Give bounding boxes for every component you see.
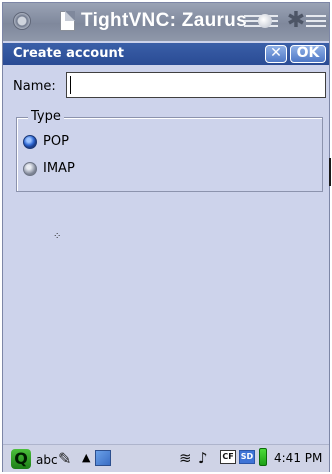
taskbar: Q abc ✎ ▲ ≋ ♪ CF SD 4:41 PM bbox=[3, 444, 329, 472]
window-menu-icon[interactable] bbox=[13, 12, 31, 30]
name-input[interactable] bbox=[66, 72, 326, 98]
scrollbar-edge[interactable] bbox=[329, 158, 331, 186]
imap-radio[interactable] bbox=[23, 162, 37, 176]
input-mode-label[interactable]: abc bbox=[36, 453, 58, 473]
pen-icon[interactable]: ✎ bbox=[58, 449, 71, 469]
minimize-icon[interactable] bbox=[258, 14, 272, 28]
sd-card-icon[interactable]: SD bbox=[239, 450, 255, 464]
dialog-title: Create account bbox=[13, 46, 124, 61]
name-label: Name: bbox=[13, 79, 56, 94]
close-button[interactable]: ✕ bbox=[265, 45, 287, 63]
vnc-title-bar: TightVNC: Zaurus ✱ bbox=[3, 3, 329, 41]
launcher-icon[interactable]: Q bbox=[11, 449, 31, 469]
wifi-icon[interactable]: ≋ bbox=[179, 449, 192, 469]
gear-icon[interactable]: ✱ bbox=[284, 9, 308, 33]
ok-button[interactable]: OK bbox=[290, 45, 326, 63]
running-app-icon[interactable] bbox=[95, 450, 111, 466]
battery-icon[interactable] bbox=[259, 448, 267, 466]
window-title: TightVNC: Zaurus bbox=[81, 10, 247, 31]
document-icon bbox=[60, 11, 75, 31]
title-grip-right bbox=[306, 15, 326, 29]
imap-radio-label[interactable]: IMAP bbox=[43, 161, 75, 176]
cursor-artifact: ⁘ bbox=[53, 231, 62, 242]
dialog-caption-bar: Create account ✕ OK bbox=[3, 43, 329, 65]
arrow-up-icon[interactable]: ▲ bbox=[82, 451, 90, 471]
text-caret bbox=[70, 76, 71, 94]
speaker-icon[interactable]: ♪ bbox=[198, 449, 208, 469]
clock[interactable]: 4:41 PM bbox=[274, 451, 322, 471]
pop-radio[interactable] bbox=[23, 135, 37, 149]
vnc-window: TightVNC: Zaurus ✱ Create account ✕ OK N… bbox=[2, 2, 331, 472]
type-group-box bbox=[16, 117, 323, 192]
pop-radio-label[interactable]: POP bbox=[43, 134, 69, 149]
type-group-legend: Type bbox=[28, 109, 64, 124]
cf-card-icon[interactable]: CF bbox=[220, 450, 236, 464]
